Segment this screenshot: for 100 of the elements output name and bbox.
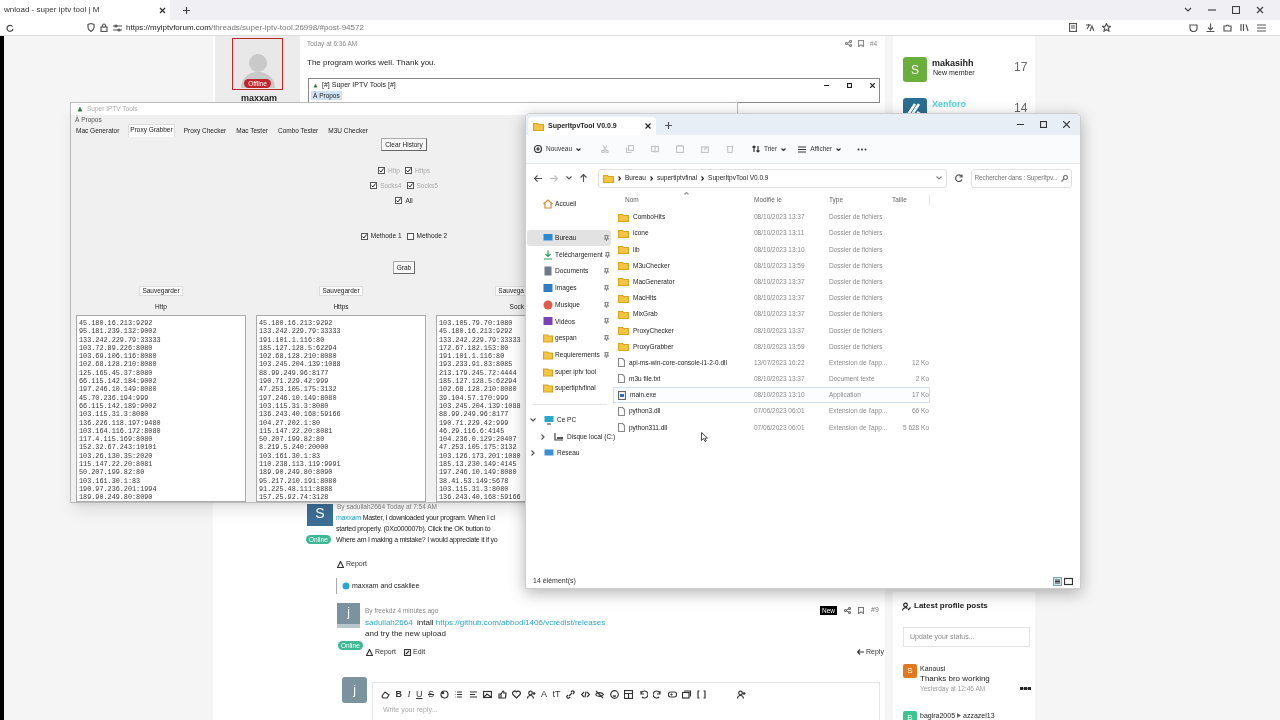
sliders-icon[interactable] — [113, 23, 122, 32]
chevron-down-icon[interactable] — [566, 176, 572, 180]
gallery-icon[interactable] — [682, 689, 692, 699]
username: maxxam — [241, 93, 278, 104]
reload-icon[interactable] — [6, 23, 14, 32]
undo-icon[interactable] — [638, 689, 648, 699]
table-icon[interactable] — [624, 689, 634, 699]
caret-icon — [836, 147, 842, 151]
code-icon[interactable] — [580, 689, 590, 699]
bold-button[interactable]: B — [395, 689, 402, 699]
thumb-icon[interactable] — [497, 689, 507, 699]
search-icon — [1061, 174, 1068, 182]
font-size-button[interactable]: tT — [552, 689, 561, 699]
user-add-icon[interactable] — [526, 689, 536, 699]
avatar: j — [342, 677, 367, 703]
network-icon — [544, 448, 554, 459]
share-icon[interactable] — [845, 40, 852, 48]
home-icon — [543, 199, 553, 210]
like-icon — [342, 582, 350, 590]
plus-icon[interactable] — [665, 122, 672, 129]
underline-button[interactable]: U — [416, 689, 423, 699]
download-icon[interactable] — [1206, 23, 1215, 32]
media-icon[interactable] — [667, 689, 677, 699]
view-list-icon — [798, 145, 807, 153]
avatar: S — [903, 57, 927, 82]
folder-icon — [618, 325, 629, 335]
italic-button[interactable]: I — [407, 689, 411, 699]
tiles-view-icon[interactable] — [1064, 577, 1073, 586]
section-title: Latest profile posts — [914, 600, 988, 612]
images-icon — [543, 283, 553, 294]
music-icon — [543, 299, 553, 310]
details-view-icon[interactable] — [1053, 577, 1062, 586]
eraser-icon[interactable] — [381, 689, 390, 699]
avatar: S — [307, 504, 333, 526]
strike-button[interactable]: S — [428, 689, 434, 699]
smiley-icon[interactable] — [609, 689, 619, 699]
chevron-right-icon[interactable] — [540, 433, 546, 440]
arrow-right-icon — [957, 713, 961, 718]
translate-icon[interactable] — [1085, 23, 1094, 32]
brackets-icon[interactable] — [696, 689, 706, 699]
url-field[interactable]: https://myiptvforum.com/threads/super-iptv-tool.26998/#post-94572 — [126, 21, 364, 34]
lock-icon[interactable] — [100, 23, 108, 32]
minimize-icon — [824, 84, 829, 86]
folder-icon — [543, 366, 553, 377]
more-icon[interactable] — [1020, 687, 1031, 690]
star-icon[interactable] — [1102, 23, 1111, 32]
maximize-icon[interactable] — [1232, 6, 1240, 14]
edit-icon — [404, 648, 411, 656]
link-icon[interactable] — [566, 689, 576, 699]
up-icon[interactable] — [580, 174, 587, 182]
hide-icon[interactable] — [595, 689, 605, 699]
back-icon[interactable] — [534, 174, 542, 182]
chevron-right-icon[interactable] — [530, 450, 536, 457]
palette-icon[interactable] — [439, 689, 449, 699]
chevron-down-icon[interactable] — [530, 416, 536, 423]
shield-icon[interactable] — [87, 23, 95, 32]
plus-icon[interactable] — [182, 5, 191, 15]
download-icon — [543, 249, 553, 260]
pc-icon — [544, 414, 554, 425]
align-icon[interactable] — [468, 689, 478, 699]
videos-icon — [543, 316, 553, 327]
warning-icon — [337, 560, 344, 568]
folder-icon — [618, 244, 629, 254]
close-icon[interactable] — [645, 123, 651, 129]
chevron-right-icon — [649, 175, 653, 181]
list-icon[interactable] — [454, 689, 463, 699]
bookmark-icon[interactable] — [858, 40, 864, 48]
maximize-icon[interactable] — [1040, 121, 1047, 128]
font-color-button[interactable]: A — [541, 689, 548, 699]
folder-icon — [618, 342, 629, 352]
chevron-right-icon — [618, 175, 621, 181]
folder-icon — [618, 228, 629, 238]
user-add-icon[interactable] — [736, 689, 746, 699]
close-icon[interactable] — [1256, 6, 1264, 14]
reader-icon[interactable] — [1069, 23, 1077, 32]
library-icon[interactable] — [1240, 23, 1249, 32]
folder-icon — [618, 277, 629, 287]
image-icon[interactable] — [483, 689, 492, 699]
close-icon[interactable] — [1063, 121, 1070, 128]
close-icon[interactable] — [159, 6, 166, 14]
maximize-icon — [847, 82, 852, 88]
sort-caret-icon — [684, 192, 689, 195]
more-icon[interactable] — [857, 147, 868, 151]
post-text: The program works well. Thank you. — [307, 57, 436, 69]
sort-icon — [752, 145, 761, 153]
bookmark-icon[interactable] — [858, 606, 864, 614]
folder-icon — [618, 293, 629, 303]
refresh-icon[interactable] — [954, 174, 963, 182]
chevron-down-icon[interactable] — [1184, 7, 1192, 13]
folder-icon — [543, 383, 553, 394]
warning-icon — [366, 648, 373, 656]
share-icon[interactable] — [844, 606, 851, 614]
heart-icon[interactable] — [512, 689, 521, 699]
post-text: sadullah2664 intall https://github.com/abbodi1406/vcredist/releases — [365, 617, 606, 628]
avatar: j — [337, 603, 360, 628]
application-icon — [618, 390, 626, 400]
folder-icon — [618, 261, 629, 271]
redo-icon[interactable] — [653, 689, 663, 699]
browser-tab[interactable]: wnload - super iptv tool | M — [0, 0, 170, 20]
member-name[interactable]: makasihh — [932, 58, 974, 69]
